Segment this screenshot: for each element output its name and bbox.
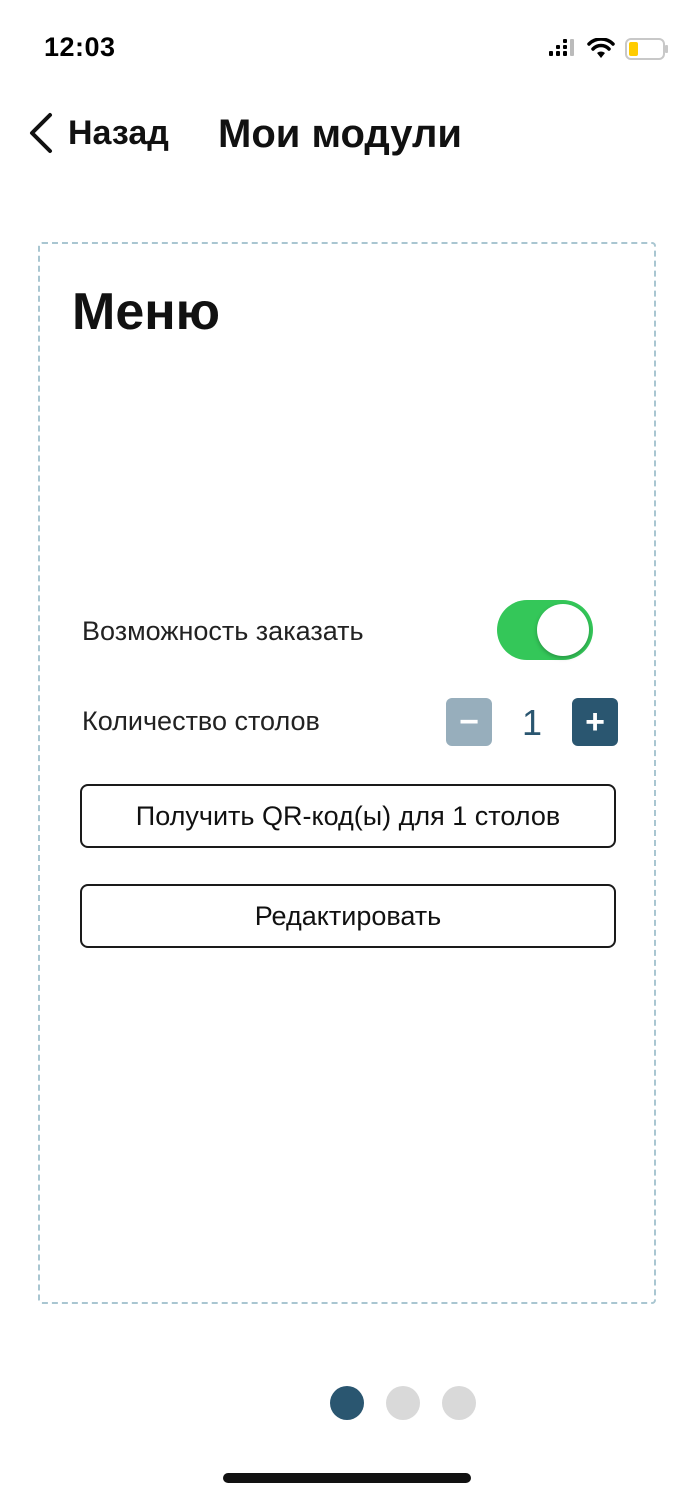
back-label: Назад <box>68 113 169 152</box>
page-dot-3[interactable] <box>442 1386 476 1420</box>
get-qr-codes-button[interactable]: Получить QR-код(ы) для 1 столов <box>80 784 616 848</box>
tables-count-label: Количество столов <box>82 706 320 736</box>
status-bar: 12:03 <box>0 0 693 100</box>
tables-stepper: − 1 + <box>446 698 618 746</box>
module-card: Меню Возможность заказать Количество сто… <box>38 242 656 1304</box>
tables-count-value: 1 <box>521 702 543 743</box>
navigation-bar: Назад Мои модули <box>0 100 693 180</box>
back-button[interactable]: Назад <box>28 112 169 154</box>
chevron-left-icon <box>30 113 52 153</box>
battery-icon <box>625 38 668 60</box>
home-indicator[interactable] <box>223 1473 471 1483</box>
signal-icon <box>549 39 574 56</box>
increment-button[interactable]: + <box>572 698 618 746</box>
toggle-knob <box>537 604 589 656</box>
order-toggle[interactable] <box>497 600 593 660</box>
page-dot-2[interactable] <box>386 1386 420 1420</box>
card-title: Меню <box>72 283 221 341</box>
edit-button[interactable]: Редактировать <box>80 884 616 948</box>
page-title: Мои модули <box>218 112 463 156</box>
decrement-button[interactable]: − <box>446 698 492 746</box>
status-icons <box>549 36 669 62</box>
status-time: 12:03 <box>44 32 116 62</box>
page-indicator <box>330 1386 476 1420</box>
wifi-icon <box>587 38 615 58</box>
page-dot-1[interactable] <box>330 1386 364 1420</box>
order-toggle-label: Возможность заказать <box>82 616 364 646</box>
